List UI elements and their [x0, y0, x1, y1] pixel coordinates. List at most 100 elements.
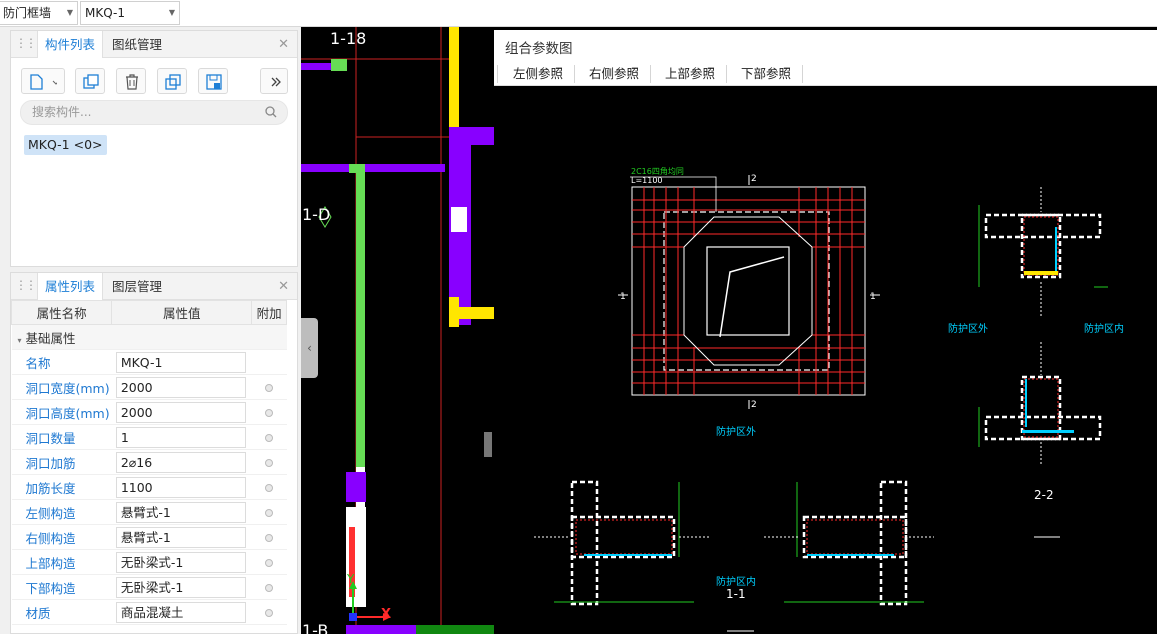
close-icon[interactable]: ✕: [278, 279, 289, 294]
category-select[interactable]: 防门框墙 ▼: [0, 1, 78, 25]
add-checkbox[interactable]: [265, 408, 274, 417]
property-value-input[interactable]: 悬臂式-1: [115, 526, 246, 548]
property-value-cell: 无卧梁式-1: [111, 549, 252, 575]
property-name: 洞口数量: [11, 424, 112, 450]
add-checkbox[interactable]: [265, 608, 274, 617]
delete-button[interactable]: [116, 68, 146, 94]
search-input[interactable]: 搜索构件...: [20, 100, 288, 125]
table-row[interactable]: 材质 商品混凝土: [11, 599, 287, 625]
add-checkbox[interactable]: [265, 383, 274, 392]
tab-left-reference[interactable]: 左侧参照: [513, 64, 563, 84]
property-add-cell: [251, 574, 287, 600]
tab-property-list[interactable]: 属性列表: [37, 273, 104, 300]
property-value-input[interactable]: 2000: [115, 401, 246, 423]
chevron-double-right-icon: [271, 77, 281, 87]
property-add-cell: [251, 424, 287, 450]
collapse-panel-handle[interactable]: ‹: [301, 318, 318, 378]
new-component-button[interactable]: [21, 68, 65, 94]
add-checkbox[interactable]: [265, 533, 274, 542]
property-name: 名称: [11, 349, 112, 375]
rebar-length-note: L=1100: [631, 176, 663, 185]
component-list-panel: ⋮⋮ 构件列表 图纸管理 ✕ 搜索构件... MKQ-1 <0>: [10, 30, 298, 267]
table-row[interactable]: 右侧构造 悬臂式-1: [11, 524, 287, 550]
layers-copy-icon: [165, 74, 181, 90]
more-button[interactable]: [260, 68, 288, 94]
table-row[interactable]: 加筋长度 1100: [11, 474, 287, 500]
copy-to-floor-button[interactable]: [157, 68, 187, 94]
save-template-button[interactable]: [198, 68, 228, 94]
property-value-cell: 悬臂式-1: [111, 499, 252, 525]
chevron-down-icon: ▼: [168, 8, 175, 17]
section-mark: 2: [751, 400, 757, 410]
add-checkbox[interactable]: [265, 433, 274, 442]
table-row[interactable]: 洞口加筋 2⌀16: [11, 449, 287, 475]
property-value-input[interactable]: 悬臂式-1: [115, 501, 246, 523]
drag-handle-icon[interactable]: ⋮⋮: [15, 278, 37, 292]
tab-bottom-reference[interactable]: 下部参照: [741, 64, 791, 84]
property-add-cell: [251, 474, 287, 500]
list-item[interactable]: MKQ-1 <0>: [24, 135, 107, 155]
component-select[interactable]: MKQ-1 ▼: [80, 1, 180, 25]
drag-handle-icon[interactable]: ⋮⋮: [15, 36, 37, 50]
tab-layer-management[interactable]: 图层管理: [105, 273, 169, 300]
panel-header: ⋮⋮ 属性列表 图层管理 ✕: [11, 273, 297, 300]
component-select-value: MKQ-1: [85, 6, 125, 20]
property-value-cell: 1100: [111, 474, 252, 500]
property-value-cell: 悬臂式-1: [111, 524, 252, 550]
add-checkbox[interactable]: [265, 458, 274, 467]
combination-parameter-dialog: 组合参数图 左侧参照 右侧参照 上部参照 下部参照 2C16四角均同 L=110…: [494, 30, 1157, 634]
table-row[interactable]: 洞口数量 1: [11, 424, 287, 450]
tab-separator: [802, 65, 803, 83]
tab-top-reference[interactable]: 上部参照: [665, 64, 715, 84]
axis-y-label: Y: [347, 572, 355, 586]
tab-right-reference[interactable]: 右侧参照: [589, 64, 639, 84]
tab-separator: [574, 65, 575, 83]
property-value-input[interactable]: 无卧梁式-1: [115, 576, 246, 598]
property-name: 加筋长度: [11, 474, 112, 500]
section-1-1-right: [764, 480, 934, 606]
search-placeholder: 搜索构件...: [32, 105, 92, 119]
section-row[interactable]: ▾ 基础属性: [11, 324, 287, 350]
add-checkbox[interactable]: [265, 508, 274, 517]
table-row[interactable]: 上部构造 无卧梁式-1: [11, 549, 287, 575]
category-select-value: 防门框墙: [3, 6, 52, 20]
save-icon: [206, 74, 222, 90]
table-row[interactable]: 左侧构造 悬臂式-1: [11, 499, 287, 525]
table-row[interactable]: 名称 MKQ-1: [11, 349, 287, 375]
table-row[interactable]: 下部构造 无卧梁式-1: [11, 574, 287, 600]
rebar-combination-drawing: [534, 175, 1108, 632]
tab-separator: [650, 65, 651, 83]
property-name: 材质: [11, 599, 112, 625]
reference-tab-bar: 左侧参照 右侧参照 上部参照 下部参照: [494, 60, 1157, 86]
property-add-cell: [251, 399, 287, 425]
property-name: 洞口加筋: [11, 449, 112, 475]
table-row[interactable]: 洞口宽度(mm) 2000: [11, 374, 287, 400]
add-checkbox[interactable]: [265, 558, 274, 567]
tab-drawing-management[interactable]: 图纸管理: [105, 31, 169, 58]
property-value-input[interactable]: 1100: [115, 476, 246, 498]
property-value-input[interactable]: 商品混凝土: [115, 601, 246, 623]
trash-icon: [126, 74, 138, 90]
property-value-input[interactable]: 1: [115, 426, 246, 448]
copy-button[interactable]: [75, 68, 105, 94]
property-value-input[interactable]: 2⌀16: [115, 451, 246, 473]
column-header: 属性值: [111, 300, 253, 325]
property-table: 属性名称 属性值 附加 ▾ 基础属性 名称 MKQ-1 洞口宽度(mm) 2000 洞口…: [11, 300, 287, 625]
add-checkbox[interactable]: [265, 483, 274, 492]
property-value-input[interactable]: 2000: [115, 376, 246, 398]
axis-label: 1-D: [302, 205, 331, 224]
collapse-triangle-icon[interactable]: ▾: [18, 336, 22, 345]
axis-x-label: X: [381, 607, 392, 622]
tab-separator: [726, 65, 727, 83]
property-value-input[interactable]: MKQ-1: [115, 351, 246, 373]
close-icon[interactable]: ✕: [278, 37, 289, 52]
table-row[interactable]: 洞口高度(mm) 2000: [11, 399, 287, 425]
property-name: 下部构造: [11, 574, 112, 600]
search-icon[interactable]: [265, 106, 277, 118]
property-name: 右侧构造: [11, 524, 112, 550]
property-add-cell: [251, 549, 287, 575]
property-value-input[interactable]: 无卧梁式-1: [115, 551, 246, 573]
chevron-down-icon: ▼: [66, 8, 73, 17]
add-checkbox[interactable]: [265, 583, 274, 592]
tab-component-list[interactable]: 构件列表: [37, 31, 104, 58]
